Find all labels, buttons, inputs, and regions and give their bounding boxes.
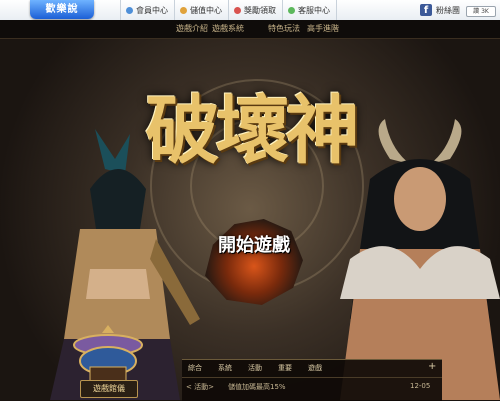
support-icon [288, 6, 295, 14]
reward-link[interactable]: 獎勵領取 [228, 0, 282, 20]
nav-game-intro[interactable]: 遊戲介紹 [176, 20, 208, 38]
game-title: 破壞神 [145, 88, 360, 174]
facebook-icon[interactable]: f [420, 4, 432, 16]
start-game-button[interactable]: 開始遊戲 [205, 219, 303, 305]
nav-game-system[interactable]: 遊戲系統 [212, 20, 244, 38]
nav-features[interactable]: 特色玩法 [268, 20, 300, 38]
tab-system[interactable]: 系統 [218, 363, 232, 373]
store-value-icon [180, 6, 187, 14]
tab-important[interactable]: 重要 [278, 363, 292, 373]
portal-links: 會員中心 儲值中心 獎勵領取 客服中心 [120, 0, 337, 20]
portal-top-bar: 歡樂說 會員中心 儲值中心 獎勵領取 客服中心 f 粉絲團 讚 3K [0, 0, 500, 21]
news-item-tag: < 活動> [186, 383, 214, 391]
reward-label: 獎勵領取 [244, 5, 276, 15]
game-title-logo: 破壞神 [118, 65, 383, 177]
tab-game[interactable]: 遊戲 [308, 363, 322, 373]
fan-page-link[interactable]: 粉絲團 [436, 5, 460, 16]
pagoda-icon [73, 325, 143, 382]
member-center-label: 會員中心 [136, 5, 168, 15]
news-tabs: 綜合 系統 活動 重要 遊戲 + [182, 361, 442, 378]
game-hall-label: 遊戲館儀 [80, 380, 138, 398]
start-button-rock [205, 219, 303, 305]
game-nav: 遊戲介紹 遊戲系統 特色玩法 高手進階 [0, 20, 500, 39]
news-item-title[interactable]: 儲值加碼最高15% [228, 382, 286, 392]
member-icon [126, 6, 133, 14]
support-link[interactable]: 客服中心 [282, 0, 337, 20]
game-hall-emblem[interactable]: 遊戲館儀 [66, 323, 150, 400]
start-game-label: 開始遊戲 [218, 235, 290, 256]
nav-advanced[interactable]: 高手進階 [307, 20, 339, 38]
store-value-link[interactable]: 儲值中心 [174, 0, 228, 20]
facebook-like-button[interactable]: 讚 3K [466, 6, 496, 17]
news-panel: 綜合 系統 活動 重要 遊戲 + < 活動> 儲值加碼最高15% 12-05 [182, 359, 442, 401]
member-center-link[interactable]: 會員中心 [120, 0, 174, 20]
tab-events[interactable]: 活動 [248, 363, 262, 373]
reward-icon [234, 6, 241, 14]
tab-general[interactable]: 綜合 [188, 363, 202, 373]
portal-logo[interactable]: 歡樂說 [30, 0, 94, 19]
store-value-label: 儲值中心 [190, 5, 222, 15]
news-more-button[interactable]: + [428, 361, 436, 372]
news-item-date: 12-05 [410, 382, 431, 390]
support-label: 客服中心 [298, 5, 330, 15]
